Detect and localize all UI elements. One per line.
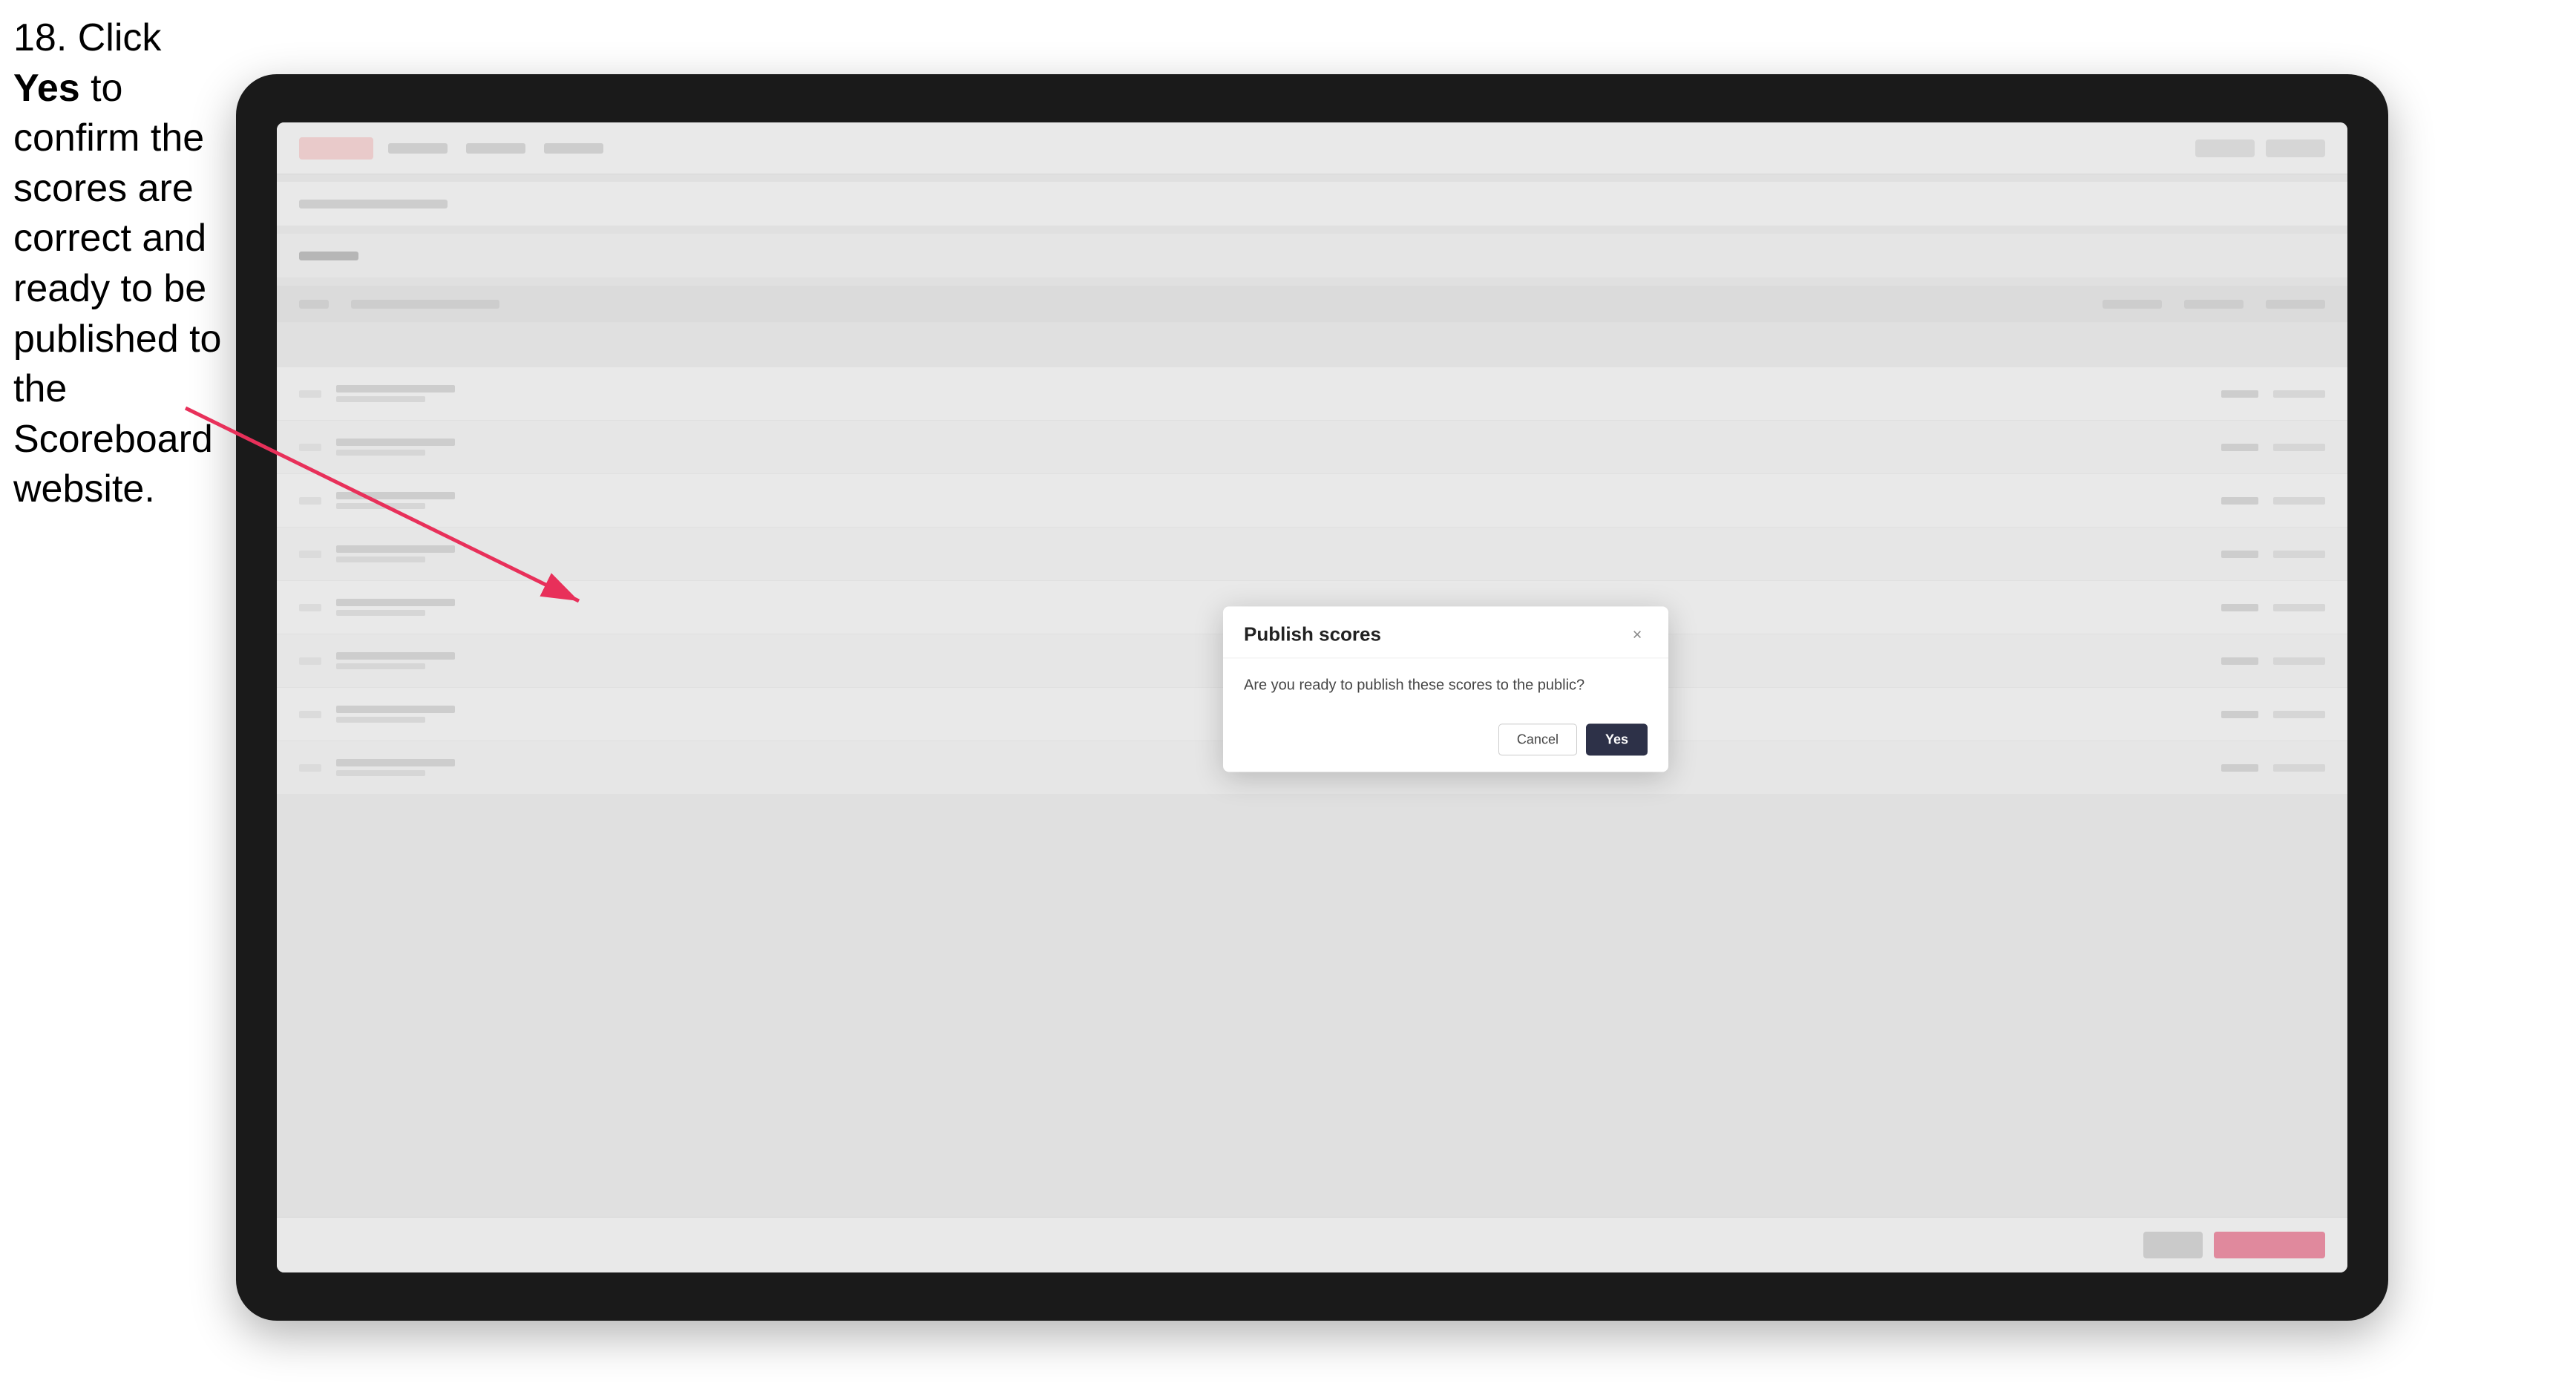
- publish-scores-modal: Publish scores × Are you ready to publis…: [1223, 606, 1668, 772]
- instruction-part2: to confirm the scores are correct and re…: [13, 67, 221, 511]
- modal-title: Publish scores: [1244, 623, 1381, 646]
- modal-close-button[interactable]: ×: [1627, 624, 1648, 645]
- tablet-screen: Publish scores × Are you ready to publis…: [277, 122, 2347, 1272]
- instruction-bold: Yes: [13, 67, 80, 110]
- yes-button[interactable]: Yes: [1586, 723, 1648, 755]
- instruction-text: 18. Click Yes to confirm the scores are …: [13, 13, 232, 515]
- tablet-frame: Publish scores × Are you ready to publis…: [236, 74, 2388, 1321]
- modal-body: Are you ready to publish these scores to…: [1223, 658, 1668, 712]
- instruction-part1: Click: [67, 16, 161, 59]
- modal-footer: Cancel Yes: [1223, 712, 1668, 772]
- cancel-button[interactable]: Cancel: [1498, 723, 1577, 755]
- modal-header: Publish scores ×: [1223, 606, 1668, 658]
- modal-message: Are you ready to publish these scores to…: [1244, 674, 1648, 695]
- step-number: 18.: [13, 16, 67, 59]
